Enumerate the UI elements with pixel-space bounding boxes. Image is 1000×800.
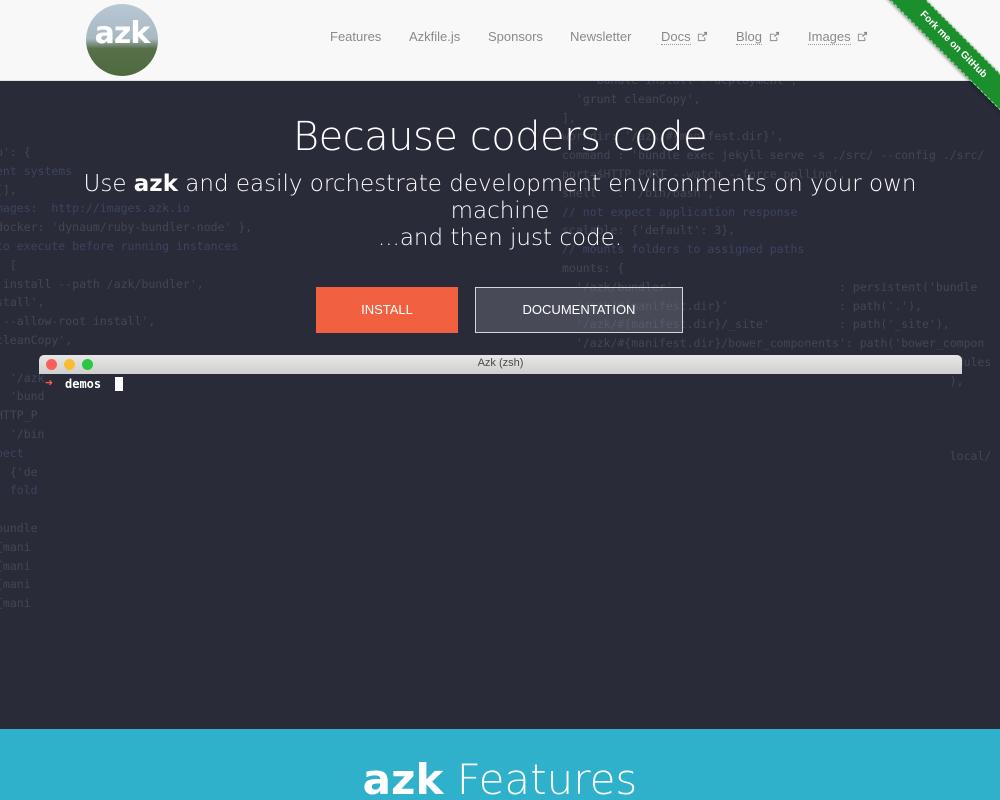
nav-label: Features bbox=[330, 29, 382, 44]
subtitle-line2: ...and then just code. bbox=[377, 225, 623, 251]
nav-item-sponsors[interactable]: Sponsors bbox=[488, 29, 543, 44]
nav-label: Docs bbox=[661, 29, 691, 45]
nav-item-newsletter[interactable]: Newsletter bbox=[570, 29, 631, 44]
nav-label: Sponsors bbox=[488, 29, 543, 44]
hero-subtitle: Use azk and easily orchestrate developme… bbox=[70, 171, 930, 252]
terminal-cursor bbox=[115, 377, 123, 391]
hero-title: Because coders code bbox=[292, 114, 708, 160]
external-link-icon bbox=[769, 31, 779, 42]
terminal-titlebar: Azk (zsh) bbox=[39, 355, 962, 374]
prompt-directory: demos bbox=[65, 377, 102, 391]
prompt-arrow-icon: ➜ bbox=[45, 376, 53, 391]
github-ribbon-label: Fork me on GitHub bbox=[883, 0, 1000, 115]
nav-label: Azkfile.js bbox=[409, 29, 461, 44]
subtitle-pre: Use bbox=[83, 171, 134, 197]
external-link-icon bbox=[858, 31, 868, 42]
subtitle-brand: azk bbox=[133, 171, 178, 197]
terminal-body[interactable]: ➜ demos bbox=[39, 374, 962, 524]
github-ribbon[interactable]: Fork me on GitHub bbox=[880, 0, 1000, 120]
nav-label: Blog bbox=[736, 29, 763, 45]
external-link-icon bbox=[698, 31, 708, 42]
top-navbar: azk Features Azkfile.js Sponsors Newslet… bbox=[0, 0, 1000, 81]
subtitle-post: and easily orchestrate development envir… bbox=[177, 171, 917, 224]
nav-label: Images bbox=[808, 29, 851, 45]
azk-logo[interactable]: azk bbox=[86, 4, 158, 76]
features-section: azk Features bbox=[0, 729, 1000, 800]
features-title: azk Features bbox=[0, 755, 1000, 800]
install-button[interactable]: INSTALL bbox=[316, 287, 458, 333]
nav-item-azkfile[interactable]: Azkfile.js bbox=[409, 29, 460, 44]
features-title-brand: azk bbox=[362, 755, 444, 800]
nav-item-features[interactable]: Features bbox=[330, 29, 381, 44]
hero-section: p': { ent systems [], mages: http://imag… bbox=[0, 81, 1000, 729]
logo-text: azk bbox=[94, 16, 151, 51]
terminal-title: Azk (zsh) bbox=[477, 357, 524, 369]
nav-label: Newsletter bbox=[570, 29, 632, 44]
nav-item-images[interactable]: Images bbox=[808, 29, 868, 45]
nav-item-blog[interactable]: Blog bbox=[736, 29, 780, 45]
features-title-rest: Features bbox=[443, 755, 638, 800]
nav-item-docs[interactable]: Docs bbox=[661, 29, 708, 45]
documentation-button[interactable]: DOCUMENTATION bbox=[475, 287, 683, 333]
